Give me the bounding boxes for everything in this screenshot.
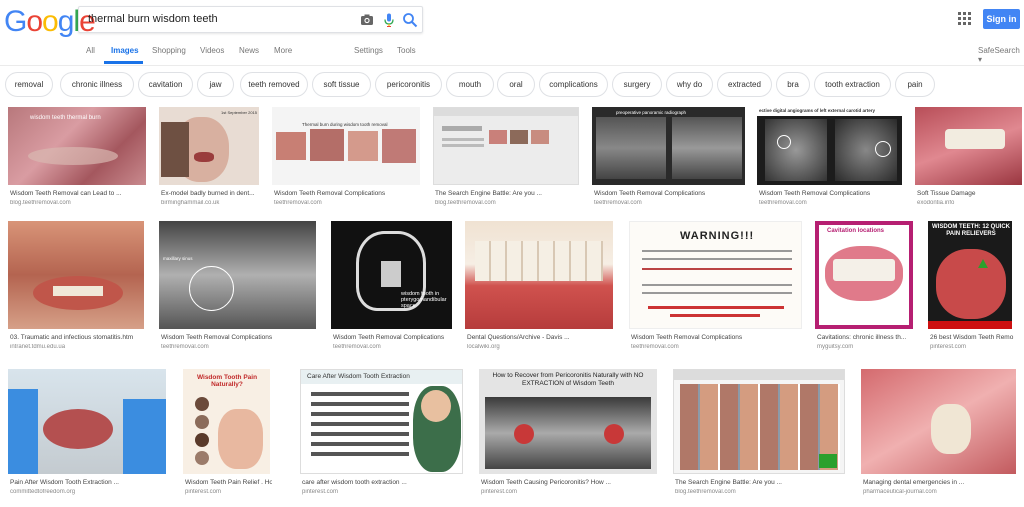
thumbnail-19[interactable]	[673, 369, 845, 474]
chip-tooth-extraction[interactable]: tooth extraction	[814, 72, 891, 97]
active-tab-indicator	[104, 61, 143, 64]
chip-removal[interactable]: removal	[5, 72, 53, 97]
chip-why-do[interactable]: why do	[666, 72, 713, 97]
thumbnail-6[interactable]: ective digital angiograms of left extern…	[757, 107, 902, 185]
thumbnail-15[interactable]	[8, 369, 166, 474]
chip-oral[interactable]: oral	[497, 72, 535, 97]
related-chips-bar: removal chronic illness cavitation jaw t…	[5, 72, 1024, 97]
thumbnail-3[interactable]: Thermal burn during wisdom tooth removal	[272, 107, 420, 185]
thumbnail-16[interactable]: Wisdom Tooth Pain Naturally?	[183, 369, 270, 474]
thumbnail-12[interactable]: WARNING!!!	[629, 221, 802, 329]
thumbnail-11[interactable]	[465, 221, 613, 329]
logo-letter: o	[42, 5, 59, 38]
thumbnail-1[interactable]: wisdom teeth thermal burn	[8, 107, 146, 185]
thumbnail-5[interactable]: preoperative panoramic radiograph	[592, 107, 745, 185]
chip-chronic-illness[interactable]: chronic illness	[60, 72, 134, 97]
chip-complications[interactable]: complications	[539, 72, 608, 97]
thumbnail-17[interactable]: Care After Wisdom Tooth Extraction	[300, 369, 463, 474]
thumbnail-14[interactable]: WISDOM TEETH: 12 QUICK PAIN RELIEVERS	[928, 221, 1012, 329]
chip-pain[interactable]: pain	[895, 72, 935, 97]
tab-tools[interactable]: Tools	[397, 46, 416, 55]
tab-settings[interactable]: Settings	[354, 46, 383, 55]
microphone-icon[interactable]	[381, 12, 397, 28]
sign-in-button[interactable]: Sign in	[983, 9, 1020, 29]
logo-letter: g	[57, 5, 75, 38]
tab-shopping[interactable]: Shopping	[152, 46, 186, 55]
chip-teeth-removed[interactable]: teeth removed	[240, 72, 308, 97]
tab-videos[interactable]: Videos	[200, 46, 224, 55]
chip-mouth[interactable]: mouth	[446, 72, 494, 97]
thumbnail-10[interactable]: wisdom tooth in pterygomandibular space	[331, 221, 452, 329]
thumbnail-13[interactable]: Cavitation locations	[815, 221, 913, 329]
thumbnail-2[interactable]: 1st September 2015	[159, 107, 259, 185]
chip-extracted[interactable]: extracted	[717, 72, 772, 97]
tab-news[interactable]: News	[239, 46, 259, 55]
top-bar: Google thermal burn wisdom teeth Sign in…	[0, 0, 1024, 66]
thumbnail-8[interactable]	[8, 221, 144, 329]
tab-images[interactable]: Images	[111, 46, 139, 55]
thumbnail-18[interactable]: How to Recover from Pericoronitis Natura…	[479, 369, 657, 474]
chip-pericoronitis[interactable]: pericoronitis	[375, 72, 442, 97]
apps-grid-icon[interactable]	[958, 12, 972, 26]
search-input[interactable]: thermal burn wisdom teeth	[88, 13, 218, 25]
tab-more[interactable]: More	[274, 46, 292, 55]
chip-jaw[interactable]: jaw	[197, 72, 234, 97]
thumbnail-7[interactable]	[915, 107, 1022, 185]
tab-all[interactable]: All	[86, 46, 95, 55]
chip-cavitation[interactable]: cavitation	[138, 72, 193, 97]
logo-letter: G	[4, 5, 27, 38]
search-icon[interactable]	[402, 12, 418, 28]
chip-soft-tissue[interactable]: soft tissue	[312, 72, 371, 97]
thumbnail-20[interactable]	[861, 369, 1016, 474]
thumbnail-4[interactable]	[433, 107, 579, 185]
chip-surgery[interactable]: surgery	[612, 72, 662, 97]
safesearch-toggle[interactable]: SafeSearch ▾	[978, 46, 1024, 64]
thumbnail-9[interactable]: maxillary sinus	[159, 221, 316, 329]
chip-bra[interactable]: bra	[776, 72, 810, 97]
search-box[interactable]: thermal burn wisdom teeth	[78, 6, 423, 33]
camera-icon[interactable]	[359, 12, 375, 28]
logo-letter: o	[26, 5, 43, 38]
